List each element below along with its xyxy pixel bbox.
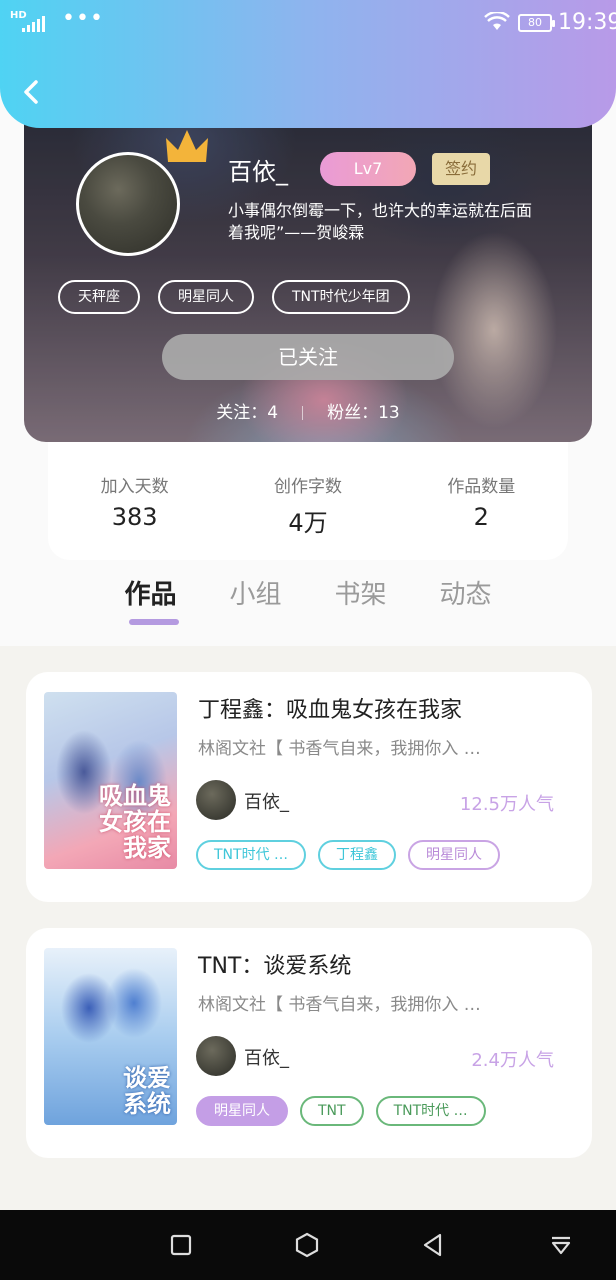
profile-tag[interactable]: 天秤座 bbox=[58, 280, 140, 314]
work-tags: 明星同人 TNT TNT时代 … bbox=[196, 1096, 486, 1126]
profile-tabs: 作品 小组 书架 动态 bbox=[98, 574, 518, 625]
notification-shade-icon[interactable] bbox=[548, 1232, 574, 1258]
work-title: TNT：谈爱系统 bbox=[198, 954, 352, 979]
cover-title: 谈爱系统 bbox=[123, 1064, 171, 1118]
follow-counts: 关注：4 粉丝：13 bbox=[24, 398, 592, 423]
cover-title: 吸血鬼女孩在我家 bbox=[99, 782, 171, 862]
popularity: 2.4万人气 bbox=[471, 1050, 554, 1071]
popularity: 12.5万人气 bbox=[459, 794, 554, 815]
stat-label: 作品数量 bbox=[447, 477, 516, 497]
bio-line-1: 小事偶尔倒霉一下，也许大的幸运就在后面 bbox=[228, 201, 533, 220]
profile-tags: 天秤座 明星同人 TNT时代少年团 bbox=[58, 280, 410, 314]
work-cover: 吸血鬼女孩在我家 bbox=[44, 692, 177, 869]
author-avatar bbox=[196, 1036, 236, 1076]
battery-icon: 80 bbox=[518, 14, 555, 32]
work-card[interactable]: 吸血鬼女孩在我家 丁程鑫：吸血鬼女孩在我家 林阁文社【 书香气自来，我拥你入 …… bbox=[26, 672, 592, 902]
more-dots-icon: ••• bbox=[62, 6, 104, 31]
tab-label: 动态 bbox=[439, 580, 492, 610]
author-avatar bbox=[196, 780, 236, 820]
tab-groups[interactable]: 小组 bbox=[208, 574, 304, 625]
stat-value: 2 bbox=[473, 503, 489, 531]
work-card[interactable]: 谈爱系统 TNT：谈爱系统 林阁文社【 书香气自来，我拥你入 … 百依_ 2.4… bbox=[26, 928, 592, 1158]
work-description: 林阁文社【 书香气自来，我拥你入 … bbox=[198, 995, 481, 1015]
stat-label: 加入天数 bbox=[100, 477, 169, 497]
profile-tag[interactable]: TNT时代少年团 bbox=[272, 280, 410, 314]
stats-card: 加入天数 383 创作字数 4万 作品数量 2 bbox=[48, 442, 568, 560]
back-icon[interactable] bbox=[420, 1232, 446, 1258]
status-time: 19:39 bbox=[558, 10, 616, 35]
tab-bookshelf[interactable]: 书架 bbox=[313, 574, 409, 625]
follow-button[interactable]: 已关注 bbox=[162, 334, 454, 380]
status-bar: HD ••• 80 19:39 bbox=[0, 0, 616, 48]
stat-label: 创作字数 bbox=[273, 477, 342, 497]
tab-works[interactable]: 作品 bbox=[103, 574, 199, 625]
following-count[interactable]: 关注：4 bbox=[216, 403, 278, 423]
author-name: 百依_ bbox=[244, 792, 289, 813]
work-title: 丁程鑫：吸血鬼女孩在我家 bbox=[198, 698, 463, 723]
system-nav-bar bbox=[0, 1210, 616, 1280]
username: 百依_ bbox=[228, 158, 288, 186]
tab-label: 小组 bbox=[229, 580, 282, 610]
work-tags: TNT时代 … 丁程鑫 明星同人 bbox=[196, 840, 501, 870]
stat-value: 4万 bbox=[288, 509, 328, 537]
bio-line-2: 着我呢”——贺峻霖 bbox=[228, 223, 365, 242]
work-description: 林阁文社【 书香气自来，我拥你入 … bbox=[198, 739, 481, 759]
fans-count[interactable]: 粉丝：13 bbox=[327, 403, 400, 423]
signed-badge: 签约 bbox=[432, 153, 490, 185]
work-tag[interactable]: TNT bbox=[300, 1096, 364, 1126]
stat-word-count: 创作字数 4万 bbox=[221, 442, 394, 560]
profile-hero: 百依_ Lv7 签约 小事偶尔倒霉一下，也许大的幸运就在后面 着我呢”——贺峻霖… bbox=[24, 100, 592, 442]
author-name: 百依_ bbox=[244, 1048, 289, 1069]
crown-icon bbox=[166, 130, 208, 162]
home-icon[interactable] bbox=[294, 1232, 320, 1258]
tab-indicator bbox=[128, 619, 179, 625]
work-tag[interactable]: TNT时代 … bbox=[196, 840, 307, 870]
stat-works-count: 作品数量 2 bbox=[395, 442, 568, 560]
profile-bio: 小事偶尔倒霉一下，也许大的幸运就在后面 着我呢”——贺峻霖 bbox=[228, 200, 592, 244]
work-tag[interactable]: 明星同人 bbox=[196, 1096, 288, 1126]
signal-icon bbox=[22, 14, 45, 32]
work-tag[interactable]: 丁程鑫 bbox=[318, 840, 397, 870]
tab-label: 作品 bbox=[124, 580, 177, 610]
stat-join-days: 加入天数 383 bbox=[48, 442, 221, 560]
hero-overlay bbox=[24, 100, 592, 442]
work-cover: 谈爱系统 bbox=[44, 948, 177, 1125]
back-button[interactable] bbox=[16, 74, 48, 110]
work-tag[interactable]: 明星同人 bbox=[408, 840, 501, 870]
tab-label: 书架 bbox=[334, 580, 387, 610]
work-tag[interactable]: TNT时代 … bbox=[375, 1096, 486, 1126]
recent-apps-icon[interactable] bbox=[168, 1232, 194, 1258]
level-badge: Lv7 bbox=[320, 152, 416, 186]
stat-value: 383 bbox=[111, 503, 158, 531]
wifi-icon bbox=[484, 12, 510, 30]
tab-activity[interactable]: 动态 bbox=[418, 574, 514, 625]
profile-tag[interactable]: 明星同人 bbox=[158, 280, 254, 314]
divider bbox=[302, 406, 304, 420]
